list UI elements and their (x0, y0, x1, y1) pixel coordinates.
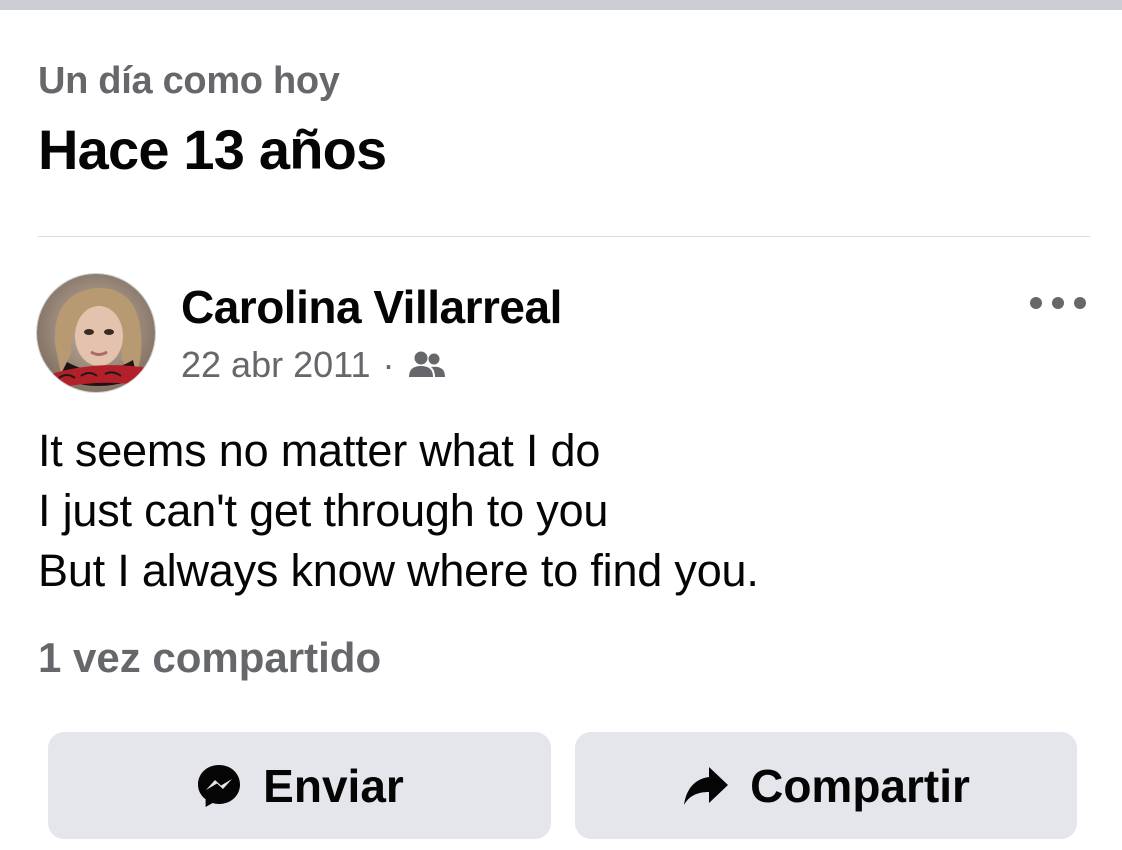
send-label: Enviar (263, 759, 404, 812)
messenger-icon (195, 762, 243, 810)
share-button[interactable]: Compartir (575, 732, 1077, 839)
author-name[interactable]: Carolina Villarreal (181, 280, 562, 334)
post-line: I just can't get through to you (38, 485, 609, 536)
dot (1052, 297, 1064, 309)
divider (38, 236, 1090, 237)
meta-separator: · (382, 344, 395, 385)
memory-subtitle: Un día como hoy (38, 60, 340, 102)
friends-icon[interactable] (407, 349, 447, 381)
share-label: Compartir (750, 759, 970, 812)
post-line: But I always know where to find you. (38, 545, 759, 596)
avatar[interactable] (36, 273, 156, 393)
share-arrow-icon (682, 764, 730, 808)
memory-title: Hace 13 años (38, 118, 387, 181)
top-bar (0, 0, 1122, 10)
more-options-icon[interactable] (1030, 290, 1086, 316)
post-body: It seems no matter what I do I just can'… (38, 421, 759, 601)
post-meta: 22 abr 2011 · (181, 342, 447, 388)
post-line: It seems no matter what I do (38, 425, 601, 476)
dot (1030, 297, 1042, 309)
send-button[interactable]: Enviar (48, 732, 551, 839)
dot (1074, 297, 1086, 309)
post-date[interactable]: 22 abr 2011 (181, 344, 371, 386)
share-count[interactable]: 1 vez compartido (38, 634, 381, 682)
